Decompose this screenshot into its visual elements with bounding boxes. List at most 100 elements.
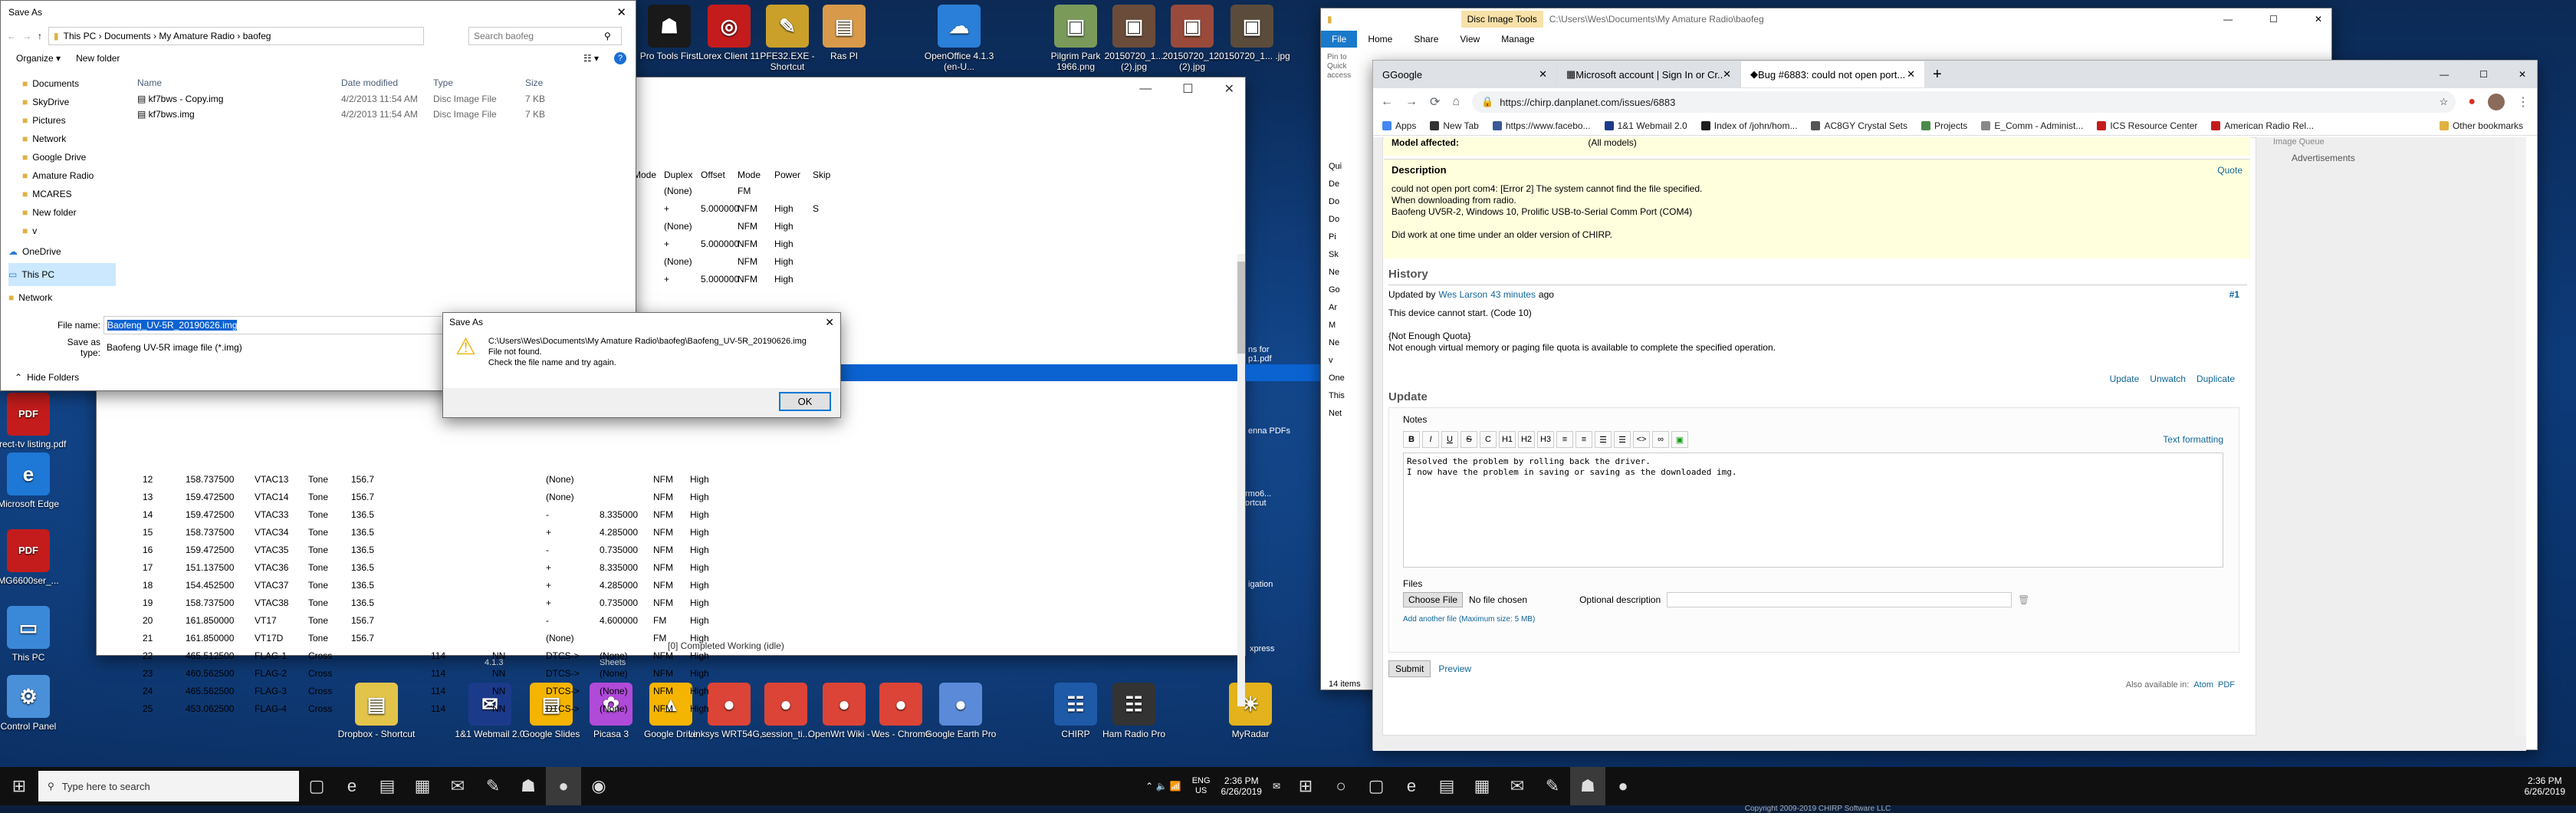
h2-button[interactable]: H2 [1518,431,1535,448]
table-row[interactable]: 25 453.062500 FLAG-4 Cross 114 NN DTCS-> (None)… [143,699,721,717]
tree-item[interactable]: ■ MCARES [8,185,116,203]
tree-item[interactable]: ■ Network [8,130,116,148]
column-header[interactable]: Mode [633,170,664,180]
chirp-scrollbar[interactable] [1237,254,1245,706]
file-row[interactable]: ▤ kf7bws.img 4/2/2013 11:54 AM Disc Image … [137,107,628,122]
tree-item[interactable]: ■ Documents [8,74,116,93]
column-header[interactable]: Power [774,170,813,180]
trash-icon[interactable]: 🗑 [2018,594,2029,605]
bookmark[interactable]: Other bookmarks [2439,120,2523,131]
reload-icon[interactable]: ⟳ [1430,94,1440,110]
bookmark[interactable]: American Radio Rel... [2211,120,2314,131]
help-icon[interactable]: ? [614,52,626,64]
add-another-file[interactable]: Add another file (Maximum size: 5 MB) [1403,615,1535,624]
text-formatting-link[interactable]: Text formatting [2163,434,2223,445]
tree-item[interactable]: ■ SkyDrive [8,93,116,111]
action-link[interactable]: Update [2110,374,2140,384]
table-row[interactable]: 18 154.452500 VTAC37 Tone 136.5 +4.285000 NFM H… [143,576,721,594]
table-row[interactable]: +5.000000 NFM High [633,235,843,252]
bookmark[interactable]: ICS Resource Center [2097,120,2197,131]
forward-icon[interactable]: → [1405,95,1418,109]
table-row[interactable]: (None) NFM High [633,288,843,305]
action-link[interactable]: Duplicate [2196,374,2235,384]
new-folder-button[interactable]: New folder [76,53,120,64]
taskbar-app-icon[interactable]: ● [546,767,581,805]
link-button[interactable]: ∞ [1652,431,1669,448]
maximize-icon[interactable]: ☐ [2479,69,2488,80]
table-row[interactable]: 16 159.472500 VTAC35 Tone 136.5 - 0.735000 NFM H… [143,541,721,558]
right-align-button[interactable]: ☰ [1614,431,1631,448]
column-header[interactable]: Mode [738,170,774,180]
column-header[interactable]: Duplex [664,170,701,180]
tab-close-icon[interactable]: ✕ [1907,68,1915,81]
clock[interactable]: 2:36 PM 6/26/2019 [1221,775,1262,797]
nav-item[interactable]: De [1329,179,1359,197]
taskbar-app-icon[interactable]: ▤ [370,767,405,805]
tree-item[interactable]: ■ New folder [8,203,116,222]
submit-button[interactable]: Submit [1388,660,1431,677]
nav-item[interactable]: This [1329,391,1359,409]
tray-icons[interactable]: ⌃ 🔈 📶 [1145,781,1181,792]
taskbar-app-icon[interactable]: ○ [1323,767,1359,805]
tree-item[interactable]: ■ Pictures [8,111,116,130]
back-icon[interactable]: ← [1381,95,1393,109]
desktop-icon[interactable]: ▤ Ras PI [802,5,886,61]
table-row[interactable]: 19 158.737500 VTAC38 Tone 136.5 +0.735000 NFM H… [143,594,721,611]
breadcrumb-item[interactable]: This PC [64,31,97,41]
close-icon[interactable]: ✕ [825,316,834,329]
view-icon[interactable]: ☷ ▾ [583,53,599,64]
desktop-icon[interactable]: ⚙ Control Panel [0,675,71,732]
nav-item[interactable]: M [1329,321,1359,338]
strike-button[interactable]: S [1460,431,1477,448]
optional-description-input[interactable] [1667,592,2013,607]
preview-link[interactable]: Preview [1438,663,1471,674]
quote-link[interactable]: Quote [2217,165,2242,176]
breadcrumb-item[interactable]: baofeg [243,31,271,41]
pre-button[interactable]: <> [1633,431,1650,448]
maximize-icon[interactable]: ☐ [1182,81,1193,97]
browser-tab[interactable]: G Google ✕ [1373,61,1557,87]
table-row[interactable]: 22 465.512500 FLAG-1 Cross 114 NN DTCS-> (None)… [143,647,721,664]
ribbon-tab[interactable]: File [1321,31,1358,48]
bookmark[interactable]: Apps [1382,120,1416,131]
tree-item[interactable]: ▭ This PC [8,263,116,286]
table-row[interactable]: (None) FM [633,182,843,199]
table-row[interactable]: (None) NFM High [633,252,843,270]
nav-item[interactable]: One [1329,374,1359,391]
browser-tab[interactable]: ◆ Bug #6883: could not open port... ✕ [1741,61,1925,87]
note-number[interactable]: #1 [2229,289,2239,300]
search-box[interactable]: ⚲ [468,27,622,45]
tree-item[interactable]: ■ Network [8,286,116,309]
nav-item[interactable]: Do [1329,215,1359,232]
taskbar-app-icon[interactable]: ▦ [405,767,440,805]
minimize-icon[interactable]: — [2440,69,2449,80]
desktop-icon[interactable]: PDF MG6600ser_... [0,529,71,586]
search-input[interactable] [474,31,604,41]
bookmark[interactable]: https://www.facebo... [1492,120,1591,131]
bookmark[interactable]: Projects [1921,120,1967,131]
col-name[interactable]: Name [137,77,341,88]
underline-button[interactable]: U [1441,431,1458,448]
col-size[interactable]: Size [525,77,571,88]
col-type[interactable]: Type [433,77,525,88]
maximize-icon[interactable]: ☐ [2269,14,2278,25]
notes-textarea[interactable]: Resolved the problem by rolling back the… [1403,453,2223,568]
up-icon[interactable]: ↑ [38,31,42,41]
taskbar-app-icon[interactable]: ▢ [1359,767,1394,805]
ol-button[interactable]: ≡ [1576,431,1592,448]
minimize-icon[interactable]: — [2223,14,2233,25]
tab-close-icon[interactable]: ✕ [1539,68,1547,81]
clock[interactable]: 2:36 PM 6/26/2019 [2525,775,2576,797]
taskbar-app-icon[interactable]: ◉ [581,767,616,805]
desktop-icon[interactable]: e Microsoft Edge [0,453,71,509]
choose-file-button[interactable]: Choose File [1403,592,1464,607]
start-button[interactable]: ⊞ [0,767,38,805]
url-bar[interactable]: 🔒 https://chirp.danplanet.com/issues/688… [1472,91,2456,113]
taskbar-app-icon[interactable]: ▤ [1429,767,1464,805]
left-align-button[interactable]: ☰ [1595,431,1612,448]
nav-item[interactable]: Net [1329,409,1359,426]
ribbon-tab[interactable]: Manage [1490,31,1545,48]
taskbar-app-icon[interactable]: ☗ [511,767,546,805]
close-icon[interactable]: ✕ [2518,69,2526,80]
table-row[interactable]: 13 159.472500 VTAC14 Tone 156.7 (None) NFM High [143,488,721,505]
